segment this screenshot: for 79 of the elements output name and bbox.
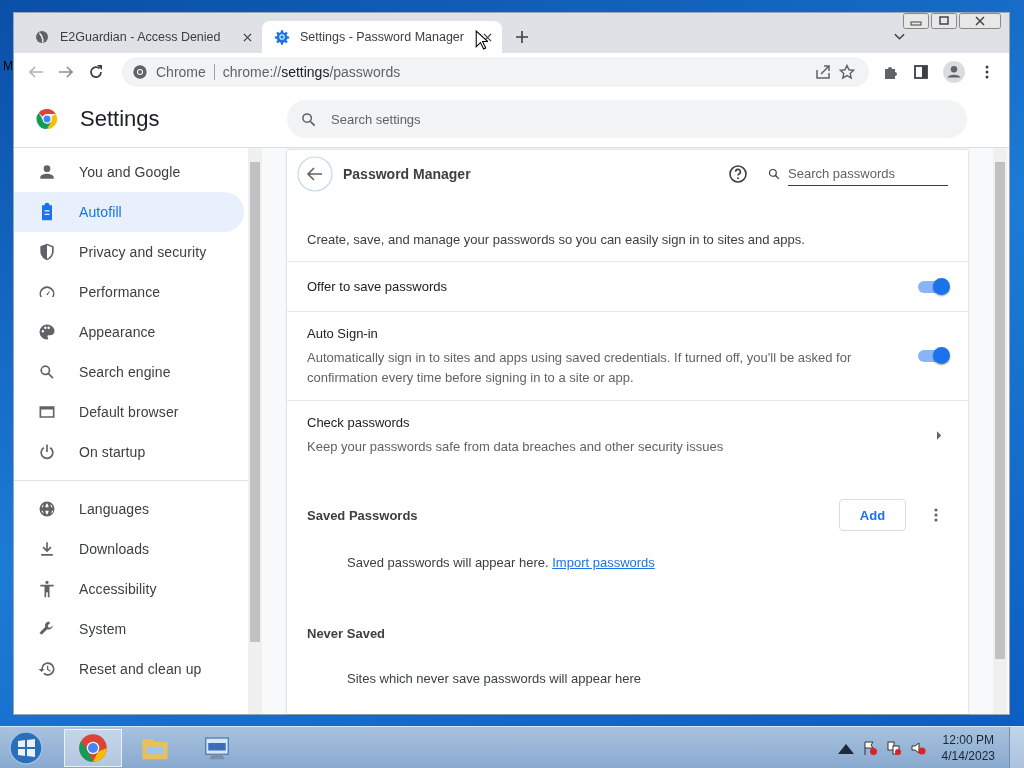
setting-description: Automatically sign in to sites and apps using saved credentials. If turned off, you'll be asked for confirmation every time before signing in to a site or app.: [307, 349, 853, 387]
sidebar-item[interactable]: Default browser: [14, 392, 244, 432]
import-passwords-link[interactable]: Import passwords: [552, 555, 655, 570]
sidebar-item[interactable]: Appearance: [14, 312, 244, 352]
empty-message: Sites which never save passwords will appear here: [346, 670, 643, 686]
browser-tab[interactable]: Settings - Password Manager: [262, 21, 502, 53]
sidebar-item[interactable]: Privacy and security: [14, 232, 244, 272]
restore-icon[interactable]: [931, 13, 957, 29]
nav-icon: [37, 659, 57, 679]
more-options-icon[interactable]: [934, 508, 938, 522]
nav-icon: [37, 242, 57, 262]
side-panel-icon[interactable]: [913, 64, 929, 80]
address-bar[interactable]: Chrome chrome://settings/passwords: [122, 57, 869, 87]
desktop-label: M: [3, 59, 13, 73]
mouse-cursor-icon: [475, 30, 488, 50]
chrome-logo-icon: [78, 732, 108, 763]
search-icon: [768, 168, 780, 180]
globe-icon: [34, 29, 50, 45]
close-icon[interactable]: [959, 13, 1001, 29]
setting-title: Offer to save passwords: [307, 277, 448, 296]
flag-icon[interactable]: [861, 739, 878, 756]
page-title: Settings: [80, 106, 161, 132]
nav-icon: [37, 162, 57, 182]
close-icon[interactable]: [243, 32, 252, 42]
star-icon[interactable]: [839, 64, 855, 80]
search-icon: [301, 112, 316, 127]
sidebar-item[interactable]: System: [14, 609, 244, 649]
puzzle-icon[interactable]: [883, 64, 899, 80]
section-heading: Never Saved: [306, 625, 387, 641]
search-field[interactable]: Search passwords: [788, 162, 948, 186]
arrow-right-icon[interactable]: [937, 430, 942, 440]
scrollbar[interactable]: [248, 148, 262, 714]
sidebar-item[interactable]: Accessibility: [14, 569, 244, 609]
setting-title: Check passwords: [307, 414, 411, 432]
toggle-switch[interactable]: [918, 350, 948, 362]
nav-icon: [37, 579, 57, 599]
chevron-down-icon[interactable]: [894, 33, 905, 41]
add-button[interactable]: Add: [839, 499, 906, 531]
setting-description: Keep your passwords safe from data breaches and other security issues: [307, 438, 725, 456]
tab-title: Settings - Password Manager: [300, 30, 465, 44]
sidebar-item[interactable]: Autofill: [14, 192, 244, 232]
scrollbar[interactable]: [993, 148, 1007, 714]
close-icon[interactable]: [483, 32, 492, 42]
empty-message: Saved passwords will appear here.: [347, 555, 549, 570]
sidebar-item[interactable]: Downloads: [14, 529, 244, 569]
network-icon[interactable]: [885, 739, 902, 756]
taskbar-item[interactable]: [64, 728, 122, 767]
description-text: Create, save, and manage your passwords so you can easily sign in to sites and apps.: [306, 231, 806, 249]
search-field[interactable]: Search settings: [287, 100, 967, 138]
section-title: Password Manager: [343, 166, 471, 182]
tab-title: E2Guardian - Access Denied: [60, 30, 222, 44]
clock[interactable]: 12:00 PM 4/14/2023: [941, 731, 995, 764]
toggle-switch[interactable]: [918, 280, 948, 293]
chrome-logo-icon: [132, 64, 148, 80]
sidebar-item[interactable]: Search engine: [14, 352, 244, 392]
forward-arrow-icon[interactable]: [58, 64, 74, 80]
nav-icon: [37, 322, 57, 342]
site-label: Chrome: [156, 64, 206, 80]
new-tab-icon[interactable]: [516, 31, 528, 43]
start-button[interactable]: [8, 729, 44, 766]
section-heading: Saved Passwords: [307, 507, 418, 523]
sidebar-item[interactable]: Languages: [14, 489, 244, 529]
sidebar-item[interactable]: Performance: [14, 272, 244, 312]
chrome-logo-icon: [35, 107, 59, 131]
sidebar-item[interactable]: On startup: [14, 432, 244, 472]
reload-icon[interactable]: [88, 64, 104, 80]
setting-title: Auto Sign-in: [307, 325, 379, 343]
gear-icon: [274, 29, 290, 45]
nav-icon: [37, 442, 57, 462]
browser-tab[interactable]: E2Guardian - Access Denied: [22, 21, 262, 53]
profile-icon[interactable]: [943, 61, 965, 83]
sidebar-item[interactable]: Reset and clean up: [14, 649, 244, 689]
nav-icon: [37, 499, 57, 519]
share-icon[interactable]: [815, 64, 831, 80]
url-text: chrome://settings/passwords: [222, 64, 401, 80]
back-button[interactable]: [297, 156, 333, 192]
help-icon[interactable]: [728, 164, 748, 184]
sidebar-item[interactable]: You and Google: [14, 152, 244, 192]
speaker-icon[interactable]: [909, 739, 926, 756]
